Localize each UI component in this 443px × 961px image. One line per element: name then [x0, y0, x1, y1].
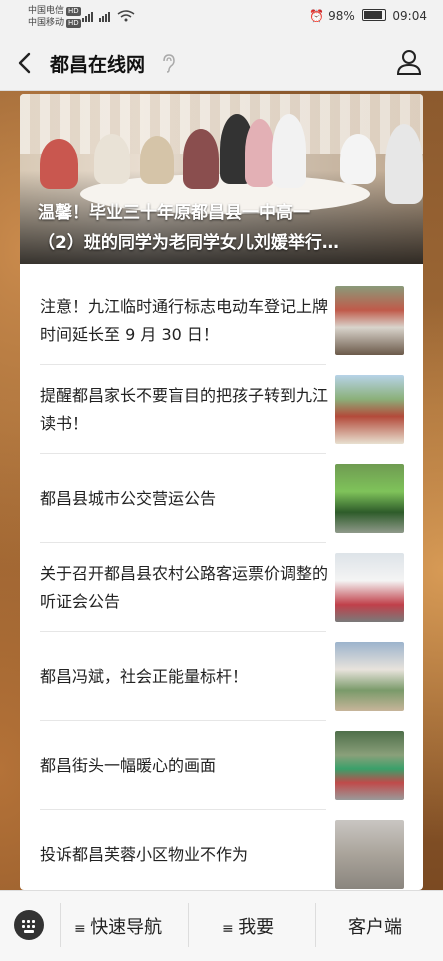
page-title: 都昌在线网 — [50, 54, 146, 76]
alarm-icon: ⏰ — [309, 9, 325, 23]
article-title: 都昌冯斌，社会正能量标杆！ — [40, 666, 249, 686]
list-item[interactable]: 投诉都昌芙蓉小区物业不作为 — [20, 810, 423, 890]
battery-icon — [361, 9, 386, 21]
list-item[interactable]: 关于召开都昌县农村公路客运票价调整的听证会公告 — [20, 543, 423, 632]
nav-bar: 都昌在线网 — [0, 36, 443, 91]
hero-banner[interactable]: 温馨！毕业三十年原都昌县一中高一 （2）班的同学为老同学女儿刘媛举行… — [20, 94, 423, 264]
hero-headline: 温馨！毕业三十年原都昌县一中高一 （2）班的同学为老同学女儿刘媛举行… — [38, 203, 339, 253]
want-button[interactable]: ≡ 我要 — [222, 913, 274, 939]
carrier-1: 中国电信 — [28, 6, 65, 16]
article-title: 提醒都昌家长不要盲目的把孩子转到九江读书！ — [40, 385, 329, 433]
carrier-2: 中国移动 — [28, 18, 65, 28]
article-thumbnail — [335, 553, 404, 622]
list-item[interactable]: 都昌冯斌，社会正能量标杆！ — [20, 632, 423, 721]
article-title: 都昌街头一幅暖心的画面 — [40, 755, 217, 775]
article-title: 都昌县城市公交营运公告 — [40, 488, 217, 508]
article-title: 注意！九江临时通行标志电动车登记上牌时间延长至 9 月 30 日！ — [40, 296, 329, 344]
listen-ear-icon[interactable] — [160, 53, 176, 73]
status-bar: 中国电信 HD 中国移动 HD ⏰ 98% 09:04 — [0, 0, 443, 36]
article-thumbnail — [335, 464, 404, 533]
list-item[interactable]: 都昌县城市公交营运公告 — [20, 454, 423, 543]
article-list: 注意！九江临时通行标志电动车登记上牌时间延长至 9 月 30 日！ 提醒都昌家长… — [20, 276, 423, 890]
clock: 09:04 — [392, 9, 427, 23]
client-app-button[interactable]: 客户端 — [348, 913, 402, 939]
article-thumbnail — [335, 820, 404, 889]
back-arrow-icon[interactable] — [14, 48, 36, 78]
list-item[interactable]: 注意！九江临时通行标志电动车登记上牌时间延长至 9 月 30 日！ — [20, 276, 423, 365]
article-thumbnail — [335, 286, 404, 355]
article-title: 关于召开都昌县农村公路客运票价调整的听证会公告 — [40, 563, 329, 611]
signal-wifi-icon — [82, 9, 140, 26]
list-item[interactable]: 提醒都昌家长不要盲目的把孩子转到九江读书！ — [20, 365, 423, 454]
article-thumbnail — [335, 731, 404, 800]
article-thumbnail — [335, 375, 404, 444]
content-card: 温馨！毕业三十年原都昌县一中高一 （2）班的同学为老同学女儿刘媛举行… 注意！九… — [20, 94, 423, 890]
list-item[interactable]: 都昌街头一幅暖心的画面 — [20, 721, 423, 810]
menu-lines-icon: ≡ — [74, 921, 91, 937]
quick-nav-button[interactable]: ≡ 快速导航 — [74, 913, 162, 939]
keyboard-icon[interactable] — [14, 910, 44, 940]
status-right: ⏰ 98% 09:04 — [309, 9, 427, 23]
carrier-info: 中国电信 HD 中国移动 HD — [28, 6, 81, 28]
article-thumbnail — [335, 642, 404, 711]
menu-lines-icon: ≡ — [222, 921, 239, 937]
battery-percent: 98% — [328, 9, 355, 23]
user-profile-icon[interactable] — [395, 48, 423, 76]
bottom-toolbar: ≡ 快速导航 ≡ 我要 客户端 — [0, 890, 443, 961]
article-title: 投诉都昌芙蓉小区物业不作为 — [40, 844, 249, 864]
